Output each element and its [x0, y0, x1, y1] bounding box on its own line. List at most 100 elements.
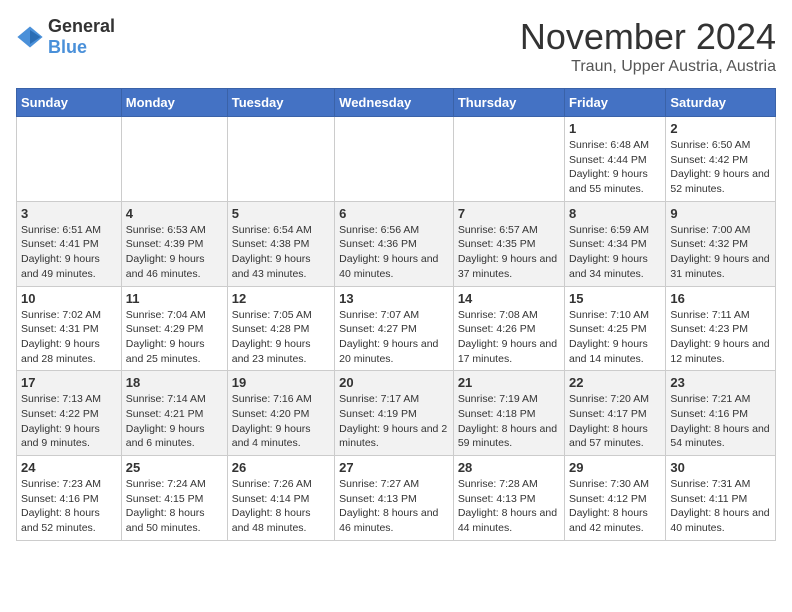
day-info: Sunrise: 7:08 AM Sunset: 4:26 PM Dayligh… [458, 308, 560, 367]
day-number: 23 [670, 375, 771, 390]
day-number: 5 [232, 206, 330, 221]
day-number: 1 [569, 121, 661, 136]
calendar-cell: 24 Sunrise: 7:23 AM Sunset: 4:16 PM Dayli… [17, 456, 122, 541]
day-header-monday: Monday [121, 89, 227, 117]
day-info: Sunrise: 6:57 AM Sunset: 4:35 PM Dayligh… [458, 223, 560, 282]
calendar-cell: 18 Sunrise: 7:14 AM Sunset: 4:21 PM Dayli… [121, 371, 227, 456]
day-info: Sunrise: 7:17 AM Sunset: 4:19 PM Dayligh… [339, 392, 449, 451]
day-number: 2 [670, 121, 771, 136]
day-header-tuesday: Tuesday [227, 89, 334, 117]
day-info: Sunrise: 7:07 AM Sunset: 4:27 PM Dayligh… [339, 308, 449, 367]
header: General Blue November 2024 Traun, Upper … [16, 16, 776, 76]
day-info: Sunrise: 7:21 AM Sunset: 4:16 PM Dayligh… [670, 392, 771, 451]
day-number: 30 [670, 460, 771, 475]
day-header-thursday: Thursday [453, 89, 564, 117]
logo: General Blue [16, 16, 115, 58]
day-number: 22 [569, 375, 661, 390]
calendar-cell: 9Sunrise: 7:00 AM Sunset: 4:32 PM Daylig… [666, 201, 776, 286]
day-number: 6 [339, 206, 449, 221]
day-info: Sunrise: 7:14 AM Sunset: 4:21 PM Dayligh… [126, 392, 223, 451]
day-number: 28 [458, 460, 560, 475]
calendar-cell: 11 Sunrise: 7:04 AM Sunset: 4:29 PM Dayli… [121, 286, 227, 371]
calendar-week-4: 24 Sunrise: 7:23 AM Sunset: 4:16 PM Dayli… [17, 456, 776, 541]
calendar-cell: 7 Sunrise: 6:57 AM Sunset: 4:35 PM Daylig… [453, 201, 564, 286]
month-title: November 2024 [520, 16, 776, 58]
day-number: 7 [458, 206, 560, 221]
calendar-header-row: SundayMondayTuesdayWednesdayThursdayFrid… [17, 89, 776, 117]
day-info: Sunrise: 6:53 AM Sunset: 4:39 PM Dayligh… [126, 223, 223, 282]
day-info: Sunrise: 6:54 AM Sunset: 4:38 PM Dayligh… [232, 223, 330, 282]
day-info: Sunrise: 7:11 AM Sunset: 4:23 PM Dayligh… [670, 308, 771, 367]
day-number: 21 [458, 375, 560, 390]
day-info: Sunrise: 7:04 AM Sunset: 4:29 PM Dayligh… [126, 308, 223, 367]
calendar-cell: 20 Sunrise: 7:17 AM Sunset: 4:19 PM Dayli… [335, 371, 454, 456]
day-number: 20 [339, 375, 449, 390]
calendar-cell: 5 Sunrise: 6:54 AM Sunset: 4:38 PM Daylig… [227, 201, 334, 286]
day-info: Sunrise: 7:26 AM Sunset: 4:14 PM Dayligh… [232, 477, 330, 536]
day-info: Sunrise: 6:50 AM Sunset: 4:42 PM Dayligh… [670, 138, 771, 197]
calendar-cell: 16 Sunrise: 7:11 AM Sunset: 4:23 PM Dayli… [666, 286, 776, 371]
day-number: 12 [232, 291, 330, 306]
day-info: Sunrise: 7:20 AM Sunset: 4:17 PM Dayligh… [569, 392, 661, 451]
day-number: 16 [670, 291, 771, 306]
day-number: 19 [232, 375, 330, 390]
calendar-cell: 28 Sunrise: 7:28 AM Sunset: 4:13 PM Dayli… [453, 456, 564, 541]
day-number: 24 [21, 460, 117, 475]
calendar-week-0: 1 Sunrise: 6:48 AM Sunset: 4:44 PM Daylig… [17, 117, 776, 202]
day-info: Sunrise: 6:56 AM Sunset: 4:36 PM Dayligh… [339, 223, 449, 282]
calendar-cell: 15 Sunrise: 7:10 AM Sunset: 4:25 PM Dayli… [565, 286, 666, 371]
logo-icon [16, 23, 44, 51]
calendar-cell: 10Sunrise: 7:02 AM Sunset: 4:31 PM Dayli… [17, 286, 122, 371]
calendar-cell: 25 Sunrise: 7:24 AM Sunset: 4:15 PM Dayli… [121, 456, 227, 541]
day-info: Sunrise: 7:24 AM Sunset: 4:15 PM Dayligh… [126, 477, 223, 536]
location-title: Traun, Upper Austria, Austria [520, 58, 776, 76]
day-number: 25 [126, 460, 223, 475]
day-header-friday: Friday [565, 89, 666, 117]
day-info: Sunrise: 7:28 AM Sunset: 4:13 PM Dayligh… [458, 477, 560, 536]
day-header-wednesday: Wednesday [335, 89, 454, 117]
calendar-week-3: 17 Sunrise: 7:13 AM Sunset: 4:22 PM Dayli… [17, 371, 776, 456]
calendar-cell: 1 Sunrise: 6:48 AM Sunset: 4:44 PM Daylig… [565, 117, 666, 202]
day-number: 17 [21, 375, 117, 390]
day-info: Sunrise: 7:00 AM Sunset: 4:32 PM Dayligh… [670, 223, 771, 282]
day-info: Sunrise: 6:51 AM Sunset: 4:41 PM Dayligh… [21, 223, 117, 282]
calendar-cell [335, 117, 454, 202]
title-area: November 2024 Traun, Upper Austria, Aust… [520, 16, 776, 76]
calendar-cell [453, 117, 564, 202]
day-number: 4 [126, 206, 223, 221]
day-info: Sunrise: 7:13 AM Sunset: 4:22 PM Dayligh… [21, 392, 117, 451]
calendar-cell: 6 Sunrise: 6:56 AM Sunset: 4:36 PM Daylig… [335, 201, 454, 286]
day-info: Sunrise: 7:16 AM Sunset: 4:20 PM Dayligh… [232, 392, 330, 451]
day-number: 11 [126, 291, 223, 306]
calendar-cell: 14 Sunrise: 7:08 AM Sunset: 4:26 PM Dayli… [453, 286, 564, 371]
day-info: Sunrise: 6:59 AM Sunset: 4:34 PM Dayligh… [569, 223, 661, 282]
calendar-cell: 29 Sunrise: 7:30 AM Sunset: 4:12 PM Dayli… [565, 456, 666, 541]
day-header-saturday: Saturday [666, 89, 776, 117]
calendar-cell: 2 Sunrise: 6:50 AM Sunset: 4:42 PM Daylig… [666, 117, 776, 202]
calendar-cell: 3Sunrise: 6:51 AM Sunset: 4:41 PM Daylig… [17, 201, 122, 286]
calendar-cell: 21Sunrise: 7:19 AM Sunset: 4:18 PM Dayli… [453, 371, 564, 456]
calendar-cell: 4 Sunrise: 6:53 AM Sunset: 4:39 PM Daylig… [121, 201, 227, 286]
day-info: Sunrise: 7:30 AM Sunset: 4:12 PM Dayligh… [569, 477, 661, 536]
day-header-sunday: Sunday [17, 89, 122, 117]
calendar-cell: 13Sunrise: 7:07 AM Sunset: 4:27 PM Dayli… [335, 286, 454, 371]
logo-text-general: General [48, 16, 115, 36]
calendar-cell: 23 Sunrise: 7:21 AM Sunset: 4:16 PM Dayli… [666, 371, 776, 456]
day-info: Sunrise: 7:10 AM Sunset: 4:25 PM Dayligh… [569, 308, 661, 367]
day-info: Sunrise: 7:23 AM Sunset: 4:16 PM Dayligh… [21, 477, 117, 536]
day-number: 18 [126, 375, 223, 390]
calendar-cell: 27Sunrise: 7:27 AM Sunset: 4:13 PM Dayli… [335, 456, 454, 541]
day-info: Sunrise: 7:31 AM Sunset: 4:11 PM Dayligh… [670, 477, 771, 536]
calendar-week-1: 3Sunrise: 6:51 AM Sunset: 4:41 PM Daylig… [17, 201, 776, 286]
calendar-table: SundayMondayTuesdayWednesdayThursdayFrid… [16, 88, 776, 541]
day-number: 15 [569, 291, 661, 306]
calendar-cell [17, 117, 122, 202]
day-info: Sunrise: 6:48 AM Sunset: 4:44 PM Dayligh… [569, 138, 661, 197]
calendar-cell: 8Sunrise: 6:59 AM Sunset: 4:34 PM Daylig… [565, 201, 666, 286]
calendar-cell [121, 117, 227, 202]
calendar-cell: 26Sunrise: 7:26 AM Sunset: 4:14 PM Dayli… [227, 456, 334, 541]
day-number: 29 [569, 460, 661, 475]
day-number: 14 [458, 291, 560, 306]
calendar-cell: 17 Sunrise: 7:13 AM Sunset: 4:22 PM Dayli… [17, 371, 122, 456]
calendar-cell [227, 117, 334, 202]
